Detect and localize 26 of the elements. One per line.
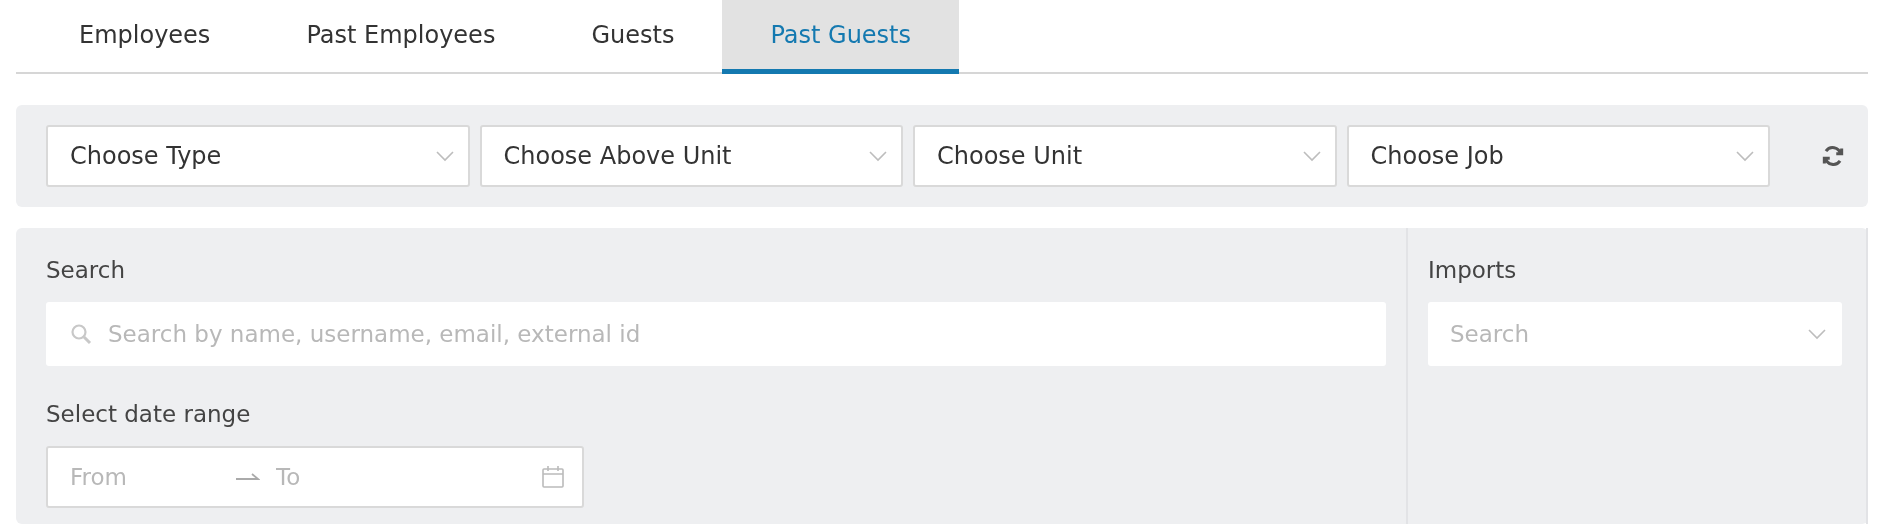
field-label: Imports	[1428, 256, 1518, 285]
chevron-down-icon	[1302, 150, 1321, 162]
search-field[interactable]: Search by name, username, email, external id	[46, 302, 1386, 366]
tab[interactable]: Past Guests	[722, 0, 960, 74]
to-date-input[interactable]: To	[274, 463, 428, 491]
tab[interactable]: Guests	[543, 0, 723, 74]
search-input[interactable]: Search by name, username, email, external id	[106, 320, 1370, 348]
imports-select[interactable]: Search	[1428, 302, 1842, 366]
chevron-down-icon	[1736, 150, 1754, 162]
imports-search-input[interactable]: Search	[1448, 320, 1794, 348]
select-dropdown[interactable]: Choose Unit	[913, 125, 1337, 187]
refresh-icon[interactable]	[1820, 143, 1846, 169]
search-icon	[70, 323, 92, 345]
date-range-field[interactable]: From To	[46, 446, 584, 508]
chevron-down-icon	[1808, 328, 1826, 340]
from-date-input[interactable]: From	[68, 463, 222, 491]
tab[interactable]: Past Employees	[258, 0, 544, 74]
field-label: Search	[46, 256, 127, 285]
select-dropdown[interactable]: Choose Type	[46, 125, 470, 187]
chevron-down-icon	[435, 150, 454, 162]
select-dropdown[interactable]: Choose Job	[1346, 125, 1770, 187]
chevron-down-icon	[869, 150, 887, 162]
tab[interactable]: Employees	[31, 0, 259, 74]
field-label: Select date range	[46, 400, 252, 429]
calendar-icon	[542, 466, 564, 488]
select-dropdown[interactable]: Choose Above Unit	[479, 125, 903, 187]
